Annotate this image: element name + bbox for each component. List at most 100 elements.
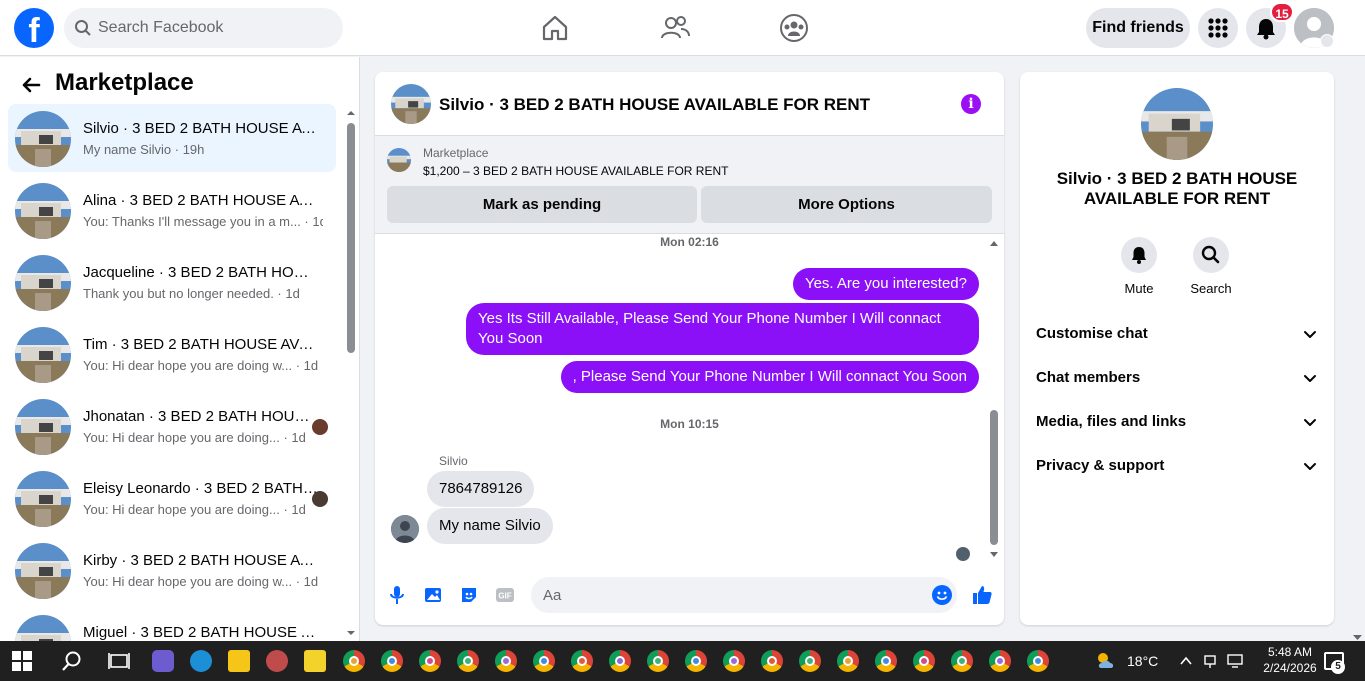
thumbs-up-icon[interactable] [971,584,993,606]
conversation-item[interactable]: Jacqueline · 3 BED 2 BATH HOUSE AVAILABL… [8,248,336,316]
mark-as-pending-button[interactable]: Mark as pending [387,186,697,223]
conversation-item[interactable]: Tim · 3 BED 2 BATH HOUSE AVAILABLE FOR R… [8,320,336,388]
details-section-row[interactable]: Customise chat [1028,312,1326,356]
search-box[interactable] [64,8,343,48]
listing-price[interactable]: $1,200 – 3 BED 2 BATH HOUSE AVAILABLE FO… [423,164,728,178]
paint-app-icon[interactable] [266,650,288,672]
listing-banner-thumbnail[interactable] [387,148,411,172]
account-chevron-icon[interactable] [1320,34,1334,48]
photo-icon[interactable] [423,585,443,605]
sticker-icon[interactable] [459,585,479,605]
conversation-item[interactable]: Alina · 3 BED 2 BATH HOUSE AVAILABLE FOR… [8,176,336,244]
menu-button[interactable] [1198,8,1238,48]
incoming-message[interactable]: 7864789126 [427,471,535,507]
chrome-profile-badge [615,656,625,666]
details-listing-photo[interactable] [1141,88,1213,160]
details-section-row[interactable]: Chat members [1028,356,1326,400]
house-photo-icon [15,183,71,239]
taskbar-search-icon[interactable] [60,649,84,673]
more-options-button[interactable]: More Options [701,186,992,223]
chat-scroll-thumb[interactable] [990,410,998,545]
groups-icon[interactable] [778,12,810,44]
chrome-profile-icon[interactable] [1027,650,1049,672]
sidebar-scroll-thumb[interactable] [347,123,355,353]
chrome-profile-icon[interactable] [913,650,935,672]
house-photo-icon [15,615,71,641]
friends-icon[interactable] [659,12,691,44]
conversation-item[interactable]: Silvio · 3 BED 2 BATH HOUSE AVAILABLE FO… [8,104,336,172]
conversation-snippet: You: Hi dear hope you are doing... · 1d [83,430,306,445]
details-title: Silvio · 3 BED 2 BATH HOUSE AVAILABLE FO… [1056,169,1298,208]
temperature-readout[interactable]: 18°C [1127,653,1158,669]
display-icon[interactable] [1226,652,1244,670]
chrome-profile-icon[interactable] [343,650,365,672]
incoming-message[interactable]: My name Silvio [427,508,553,544]
emoji-icon[interactable] [932,585,952,605]
conversation-item[interactable]: Kirby · 3 BED 2 BATH HOUSE AVAILABLE FOR… [8,536,336,604]
network-status-icon[interactable] [1202,652,1220,670]
listing-thumbnail[interactable] [391,84,431,124]
windows-taskbar: 18°C 5:48 AM 2/24/2026 5 [0,641,1365,681]
conversation-item[interactable]: Eleisy Leonardo · 3 BED 2 BATH HOUSE AVA… [8,464,336,532]
conversation-snippet: You: Thanks I'll message you in a m... ·… [83,214,323,229]
back-arrow-icon[interactable] [20,74,42,96]
chrome-profile-icon[interactable] [533,650,555,672]
conversation-item[interactable]: Jhonatan · 3 BED 2 BATH HOUSE AVAILABLE … [8,392,336,460]
find-friends-button[interactable]: Find friends [1086,8,1190,48]
chrome-profile-icon[interactable] [799,650,821,672]
chrome-profile-badge [995,656,1005,666]
chrome-profile-icon[interactable] [837,650,859,672]
outgoing-message[interactable]: , Please Send Your Phone Number I Will c… [560,361,979,393]
mute-action[interactable]: Mute [1103,237,1175,296]
weather-icon[interactable] [1094,649,1118,673]
edge-app-icon[interactable] [190,650,212,672]
chrome-profile-icon[interactable] [761,650,783,672]
house-photo-icon [15,327,71,383]
task-view-icon[interactable] [107,649,131,673]
details-section-row[interactable]: Media, files and links [1028,400,1326,444]
house-photo-icon [15,471,71,527]
page-scrollbar[interactable] [1350,57,1365,641]
gif-icon[interactable]: GIF [495,585,515,605]
chrome-profile-icon[interactable] [495,650,517,672]
sticky-notes-app-icon[interactable] [304,650,326,672]
chrome-profile-icon[interactable] [647,650,669,672]
participant-avatar [312,419,328,435]
chrome-profile-icon[interactable] [571,650,593,672]
chrome-profile-icon[interactable] [457,650,479,672]
search-action[interactable]: Search [1175,237,1247,296]
details-section-row[interactable]: Privacy & support [1028,444,1326,488]
info-icon[interactable]: i [961,94,981,114]
windows-start-icon[interactable] [12,651,32,671]
chrome-profile-icon[interactable] [685,650,707,672]
house-photo-icon [1141,88,1213,160]
show-hidden-icons-chevron-icon[interactable] [1178,653,1194,669]
microphone-icon[interactable] [387,585,407,605]
conversation-snippet: You: Hi dear hope you are doing w... · 1… [83,358,319,373]
notification-badge: 15 [1270,2,1294,22]
search-input[interactable] [98,8,328,48]
message-input[interactable] [531,577,957,613]
chrome-profile-icon[interactable] [989,650,1011,672]
search-in-chat-button[interactable] [1193,237,1229,273]
person-photo-icon [391,515,419,543]
home-icon[interactable] [539,12,571,44]
clock[interactable]: 5:48 AM 2/24/2026 [1254,644,1326,676]
chrome-profile-icon[interactable] [951,650,973,672]
chrome-profile-icon[interactable] [419,650,441,672]
outgoing-message[interactable]: Yes. Are you interested? [792,268,979,300]
conversation-thumbnail [15,111,71,167]
chrome-profile-icon[interactable] [875,650,897,672]
chrome-profile-icon[interactable] [381,650,403,672]
chrome-profile-icon[interactable] [723,650,745,672]
file-explorer-app-icon[interactable] [228,650,250,672]
facebook-logo[interactable]: f [14,8,54,48]
conversation-item[interactable]: Miguel · 3 BED 2 BATH HOUSE AVAILABLE FO… [8,608,336,641]
sender-avatar[interactable] [391,515,419,543]
copilot-app-icon[interactable] [152,650,174,672]
conversation-snippet: You: Hi dear hope you are doing... · 1d [83,502,306,517]
conversation-name: Jhonatan · 3 BED 2 BATH HOUSE AVAILABLE … [83,408,318,425]
chrome-profile-icon[interactable] [609,650,631,672]
outgoing-message[interactable]: Yes Its Still Available, Please Send You… [466,303,979,355]
mute-button[interactable] [1121,237,1157,273]
